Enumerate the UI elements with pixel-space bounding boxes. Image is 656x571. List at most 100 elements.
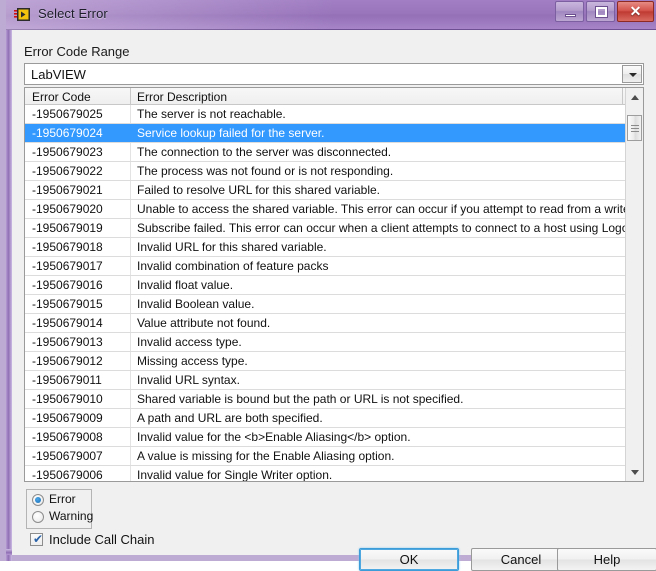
cell-divider: [130, 143, 131, 161]
cell-divider: [130, 105, 131, 123]
select-error-dialog: Select Error ✕ Error Code Range LabVIEW …: [0, 0, 656, 571]
dialog-body: Error Code Range LabVIEW Error Code Erro…: [12, 30, 656, 571]
error-code-cell: -1950679015: [32, 297, 103, 311]
error-description-cell: Failed to resolve URL for this shared va…: [137, 183, 380, 197]
scrollbar-thumb[interactable]: [627, 115, 642, 141]
error-code-cell: -1950679007: [32, 449, 103, 463]
severity-radio-group: Error Warning: [26, 489, 94, 529]
error-list-row[interactable]: -1950679013 Invalid access type.: [25, 333, 625, 352]
error-description-cell: Service lookup failed for the server.: [137, 126, 325, 140]
error-code-cell: -1950679018: [32, 240, 103, 254]
cancel-button[interactable]: Cancel: [471, 548, 571, 571]
column-divider[interactable]: [622, 88, 623, 105]
error-list-row[interactable]: -1950679022 The process was not found or …: [25, 162, 625, 181]
error-description-cell: Invalid access type.: [137, 335, 242, 349]
error-list-row[interactable]: -1950679024 Service lookup failed for the…: [25, 124, 625, 143]
error-description-cell: Invalid Boolean value.: [137, 297, 255, 311]
error-code-cell: -1950679010: [32, 392, 103, 406]
cell-divider: [130, 409, 131, 427]
error-list-header: Error Code Error Description: [25, 88, 643, 105]
cell-divider: [130, 219, 131, 237]
checkbox-box[interactable]: ✔: [30, 533, 43, 546]
error-code-range-value: LabVIEW: [31, 67, 86, 82]
error-list-row[interactable]: -1950679010 Shared variable is bound but …: [25, 390, 625, 409]
error-description-cell: A path and URL are both specified.: [137, 411, 323, 425]
error-list-row[interactable]: -1950679014 Value attribute not found.: [25, 314, 625, 333]
check-icon: ✔: [33, 532, 44, 546]
error-code-cell: -1950679011: [32, 373, 102, 387]
cell-divider: [130, 352, 131, 370]
cell-divider: [130, 238, 131, 256]
triangle-up-icon: [631, 95, 639, 100]
error-code-cell: -1950679025: [32, 107, 103, 121]
error-description-cell: Missing access type.: [137, 354, 248, 368]
error-description-cell: Unable to access the shared variable. Th…: [137, 202, 625, 216]
error-code-cell: -1950679019: [32, 221, 103, 235]
restore-icon: [596, 7, 607, 17]
include-call-chain-label: Include Call Chain: [49, 532, 155, 547]
error-code-cell: -1950679006: [32, 468, 103, 481]
error-description-cell: Shared variable is bound but the path or…: [137, 392, 464, 406]
error-description-cell: Invalid value for Single Writer option.: [137, 468, 333, 481]
radio-error-label: Error: [49, 492, 76, 506]
error-description-cell: Invalid URL syntax.: [137, 373, 240, 387]
cell-divider: [130, 447, 131, 465]
error-list-row[interactable]: -1950679007 A value is missing for the En…: [25, 447, 625, 466]
error-list-row[interactable]: -1950679018 Invalid URL for this shared v…: [25, 238, 625, 257]
radio-error-marker: [32, 494, 44, 506]
help-button[interactable]: Help: [557, 548, 656, 571]
scroll-up-button[interactable]: [626, 88, 643, 105]
error-description-cell: Subscribe failed. This error can occur w…: [137, 221, 625, 235]
error-list-row[interactable]: -1950679015 Invalid Boolean value.: [25, 295, 625, 314]
cell-divider: [130, 333, 131, 351]
error-list-row[interactable]: -1950679011 Invalid URL syntax.: [25, 371, 625, 390]
ok-button[interactable]: OK: [359, 548, 459, 571]
error-code-cell: -1950679017: [32, 259, 103, 273]
error-list-row[interactable]: -1950679009 A path and URL are both speci…: [25, 409, 625, 428]
error-list-row[interactable]: -1950679008 Invalid value for the <b>Enab…: [25, 428, 625, 447]
error-description-cell: Invalid float value.: [137, 278, 234, 292]
radio-warning-label: Warning: [49, 509, 94, 523]
cell-divider: [130, 295, 131, 313]
error-description-cell: Invalid combination of feature packs: [137, 259, 329, 273]
error-code-cell: -1950679021: [32, 183, 103, 197]
error-list-row[interactable]: -1950679006 Invalid value for Single Writ…: [25, 466, 625, 481]
error-code-cell: -1950679020: [32, 202, 103, 216]
error-description-cell: The process was not found or is not resp…: [137, 164, 394, 178]
error-list-row[interactable]: -1950679016 Invalid float value.: [25, 276, 625, 295]
window-title: Select Error: [38, 6, 108, 21]
minimize-button[interactable]: [555, 1, 584, 22]
error-code-range-select[interactable]: LabVIEW: [24, 63, 644, 85]
cell-divider: [130, 276, 131, 294]
error-code-cell: -1950679023: [32, 145, 103, 159]
error-list-row[interactable]: -1950679017 Invalid combination of featur…: [25, 257, 625, 276]
error-description-cell: Invalid URL for this shared variable.: [137, 240, 327, 254]
error-list-scrollbar[interactable]: [625, 88, 643, 481]
error-description-cell: A value is missing for the Enable Aliasi…: [137, 449, 395, 463]
error-code-cell: -1950679008: [32, 430, 103, 444]
radio-warning-marker: [32, 511, 44, 523]
error-list-row[interactable]: -1950679021 Failed to resolve URL for thi…: [25, 181, 625, 200]
restore-button[interactable]: [586, 1, 615, 22]
error-code-cell: -1950679013: [32, 335, 103, 349]
error-code-cell: -1950679024: [32, 126, 103, 140]
column-header-error-code[interactable]: Error Code: [32, 90, 91, 104]
error-list-row[interactable]: -1950679025 The server is not reachable.: [25, 105, 625, 124]
error-list-rows: -1950679025 The server is not reachable. -…: [25, 105, 625, 481]
labview-error-icon: [14, 8, 30, 21]
chevron-down-icon[interactable]: [622, 65, 642, 83]
title-bar[interactable]: Select Error ✕: [6, 0, 656, 30]
error-list-row[interactable]: -1950679012 Missing access type.: [25, 352, 625, 371]
error-list-row[interactable]: -1950679019 Subscribe failed. This error …: [25, 219, 625, 238]
cell-divider: [130, 390, 131, 408]
cell-divider: [130, 314, 131, 332]
column-header-error-description[interactable]: Error Description: [137, 90, 227, 104]
cell-divider: [130, 428, 131, 446]
error-list-row[interactable]: -1950679023 The connection to the server …: [25, 143, 625, 162]
error-list[interactable]: Error Code Error Description -1950679025…: [24, 87, 644, 482]
column-divider[interactable]: [130, 88, 131, 105]
close-button[interactable]: ✕: [617, 1, 654, 22]
error-list-row[interactable]: -1950679020 Unable to access the shared v…: [25, 200, 625, 219]
scroll-down-button[interactable]: [626, 464, 643, 481]
error-code-cell: -1950679014: [32, 316, 103, 330]
